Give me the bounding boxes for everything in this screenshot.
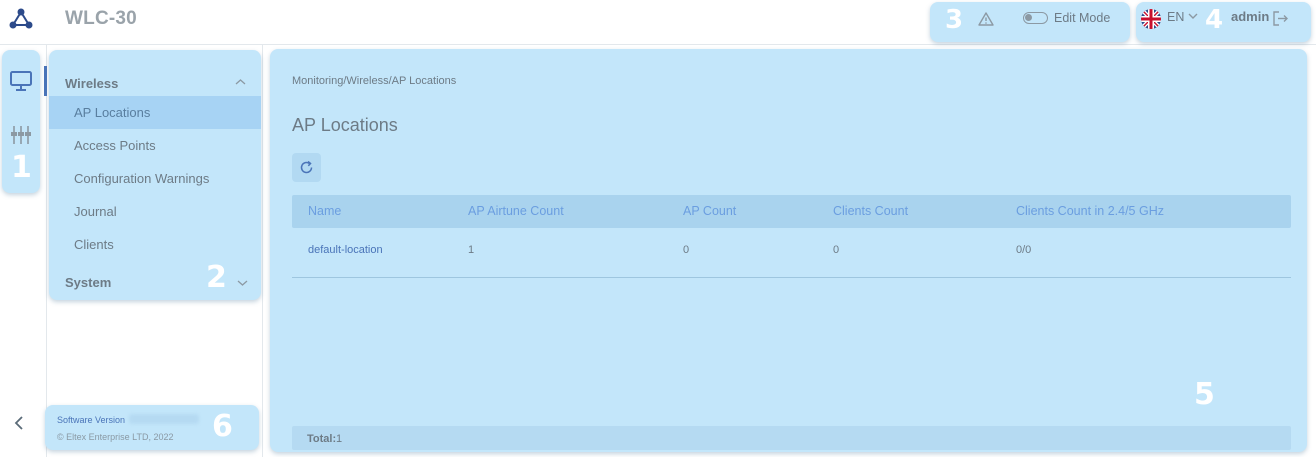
cell-clients-count: 0 bbox=[833, 244, 840, 256]
table-footer: Total: 1 bbox=[292, 426, 1291, 450]
table-row[interactable]: default-location 1 0 0 0/0 bbox=[292, 228, 1291, 278]
active-group-indicator bbox=[44, 66, 47, 96]
column-header-clients-count[interactable]: Clients Count bbox=[833, 204, 908, 218]
total-label: Total: bbox=[307, 433, 337, 445]
column-header-clients-count-band[interactable]: Clients Count in 2.4/5 GHz bbox=[1016, 204, 1164, 218]
annotation-badge-6: 6 bbox=[212, 409, 233, 444]
header-tools-group: 3 Edit Mode bbox=[930, 2, 1130, 42]
refresh-button[interactable] bbox=[292, 153, 321, 182]
cell-ap-count: 0 bbox=[683, 244, 690, 256]
software-version-panel: Software Version © Eltex Enterprise LTD,… bbox=[45, 405, 259, 450]
chevron-left-icon[interactable] bbox=[12, 415, 26, 431]
chevron-down-icon[interactable] bbox=[1188, 11, 1198, 21]
nav-highlight: Wireless AP Locations Access Points Conf… bbox=[44, 50, 261, 300]
sidebar-item-clients[interactable]: Clients bbox=[49, 228, 261, 261]
main-content: Monitoring/Wireless/AP Locations AP Loca… bbox=[270, 49, 1307, 452]
cell-ap-airtune-count: 1 bbox=[468, 244, 475, 256]
annotation-badge-4: 4 bbox=[1205, 5, 1224, 35]
breadcrumb[interactable]: Monitoring/Wireless/AP Locations bbox=[292, 75, 456, 87]
annotation-badge-2: 2 bbox=[206, 260, 227, 295]
logo-icon[interactable] bbox=[8, 7, 34, 31]
software-version-value-blurred bbox=[129, 414, 199, 424]
cell-clients-count-band: 0/0 bbox=[1016, 244, 1032, 256]
icon-rail: 1 bbox=[0, 45, 47, 457]
chevron-down-icon[interactable] bbox=[237, 278, 248, 288]
total-value: 1 bbox=[336, 433, 343, 445]
table-header: Name AP Airtune Count AP Count Clients C… bbox=[292, 195, 1291, 228]
annotation-badge-3: 3 bbox=[945, 5, 964, 35]
chevron-up-icon[interactable] bbox=[235, 77, 246, 87]
app-title: WLC-30 bbox=[65, 8, 137, 29]
sidebar-item-configuration-warnings[interactable]: Configuration Warnings bbox=[49, 162, 261, 195]
nav-group-wireless[interactable]: Wireless bbox=[65, 76, 118, 91]
edit-mode-toggle[interactable] bbox=[1023, 12, 1048, 24]
sidebar-nav: Wireless AP Locations Access Points Conf… bbox=[44, 45, 263, 457]
annotation-badge-1: 1 bbox=[11, 150, 32, 185]
header-user-group: EN 4 admin bbox=[1136, 2, 1311, 42]
logout-icon[interactable] bbox=[1272, 10, 1289, 27]
refresh-icon bbox=[300, 160, 313, 174]
user-name[interactable]: admin bbox=[1231, 9, 1269, 24]
sidebar-item-journal[interactable]: Journal bbox=[49, 195, 261, 228]
column-header-name[interactable]: Name bbox=[308, 204, 341, 218]
sidebar-item-access-points[interactable]: Access Points bbox=[49, 129, 261, 162]
warning-icon[interactable] bbox=[978, 11, 994, 27]
nav-group-system[interactable]: System bbox=[65, 275, 111, 290]
software-version-label: Software Version bbox=[57, 415, 126, 425]
page-title: AP Locations bbox=[292, 115, 398, 135]
edit-mode-label[interactable]: Edit Mode bbox=[1054, 11, 1110, 25]
copyright-text: © Eltex Enterprise LTD, 2022 bbox=[57, 432, 174, 442]
ap-locations-table: Name AP Airtune Count AP Count Clients C… bbox=[292, 195, 1291, 278]
annotation-badge-5: 5 bbox=[1194, 377, 1215, 412]
language-selector[interactable]: EN bbox=[1167, 10, 1184, 24]
top-header: WLC-30 3 Edit Mode EN 4 admin bbox=[0, 0, 1316, 45]
app-window: WLC-30 3 Edit Mode EN 4 admin 1 Wireless… bbox=[0, 0, 1316, 457]
column-header-ap-count[interactable]: AP Count bbox=[683, 204, 736, 218]
monitor-icon[interactable] bbox=[9, 70, 33, 92]
sidebar-item-ap-locations[interactable]: AP Locations bbox=[49, 96, 261, 129]
settings-icon[interactable] bbox=[9, 124, 33, 146]
cell-name[interactable]: default-location bbox=[308, 244, 383, 256]
column-header-ap-airtune-count[interactable]: AP Airtune Count bbox=[468, 204, 564, 218]
rail-highlight: 1 bbox=[2, 50, 40, 193]
uk-flag-icon[interactable] bbox=[1141, 9, 1161, 29]
